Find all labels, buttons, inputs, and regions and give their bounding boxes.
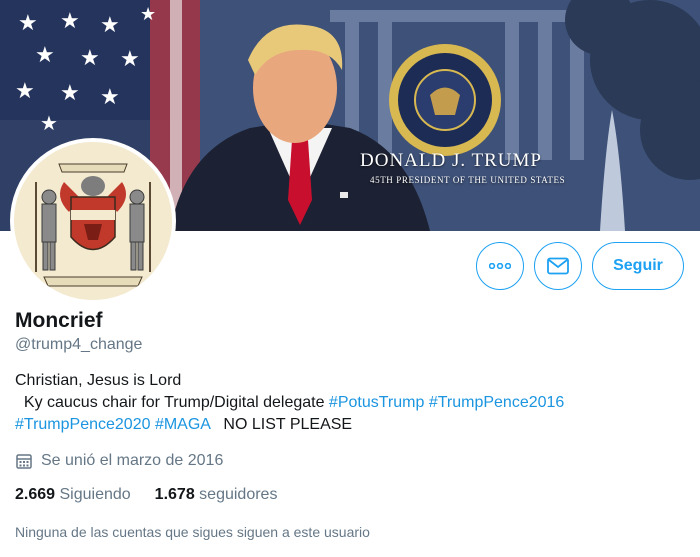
hashtag-link[interactable]: #PotusTrump [329, 394, 424, 411]
banner-caption: DONALD J. TRUMP 45TH PRESIDENT OF THE UN… [360, 150, 565, 185]
svg-text:★: ★ [60, 80, 80, 105]
join-date-text: Se unió el marzo de 2016 [41, 452, 224, 469]
svg-text:★: ★ [80, 45, 100, 70]
more-dots-icon [489, 263, 511, 269]
bio-text: Ky caucus chair for Trump/Digital delega… [15, 394, 329, 411]
svg-text:★: ★ [40, 113, 58, 135]
follow-button[interactable]: Seguir [592, 242, 684, 290]
bio-line-2: Ky caucus chair for Trump/Digital delega… [15, 392, 685, 414]
bio-line-1: Christian, Jesus is Lord [15, 372, 182, 389]
svg-text:★: ★ [15, 78, 35, 103]
svg-text:★: ★ [35, 42, 55, 67]
svg-text:★: ★ [140, 4, 156, 24]
known-followers-note: Ninguna de las cuentas que sigues siguen… [15, 524, 370, 540]
coat-of-arms-icon [14, 142, 172, 300]
user-handle[interactable]: @trump4_change [15, 334, 685, 356]
message-button[interactable] [534, 242, 582, 290]
profile-info: Moncrief @trump4_change Christian, Jesus… [15, 308, 685, 542]
followers-label: seguidores [199, 486, 278, 503]
profile-actions: Seguir [476, 242, 684, 290]
join-date: Se unió el marzo de 2016 [15, 450, 685, 472]
svg-text:★: ★ [100, 84, 120, 109]
hashtag-link[interactable]: #MAGA [155, 416, 210, 433]
hashtag-link[interactable]: #TrumpPence2020 [15, 416, 151, 433]
more-options-button[interactable] [476, 242, 524, 290]
svg-text:★: ★ [120, 46, 140, 71]
calendar-icon [16, 454, 32, 469]
avatar[interactable] [10, 138, 176, 304]
following-label: Siguiendo [59, 486, 131, 503]
svg-text:★: ★ [60, 8, 80, 33]
banner-caption-subtitle: 45TH PRESIDENT OF THE UNITED STATES [370, 175, 566, 185]
avatar-image [14, 142, 172, 300]
followers-count: 1.678 [154, 486, 195, 503]
hashtag-link[interactable]: #TrumpPence2016 [429, 394, 565, 411]
svg-text:★: ★ [100, 12, 120, 37]
svg-text:★: ★ [18, 10, 38, 35]
display-name[interactable]: Moncrief [15, 308, 685, 334]
profile-stats: 2.669 Siguiendo 1.678 seguidores [15, 484, 685, 506]
profile-bio: Christian, Jesus is Lord Ky caucus chair… [15, 370, 685, 436]
bio-line-3: #TrumpPence2020 #MAGA NO LIST PLEASE [15, 414, 685, 436]
envelope-icon [547, 257, 569, 275]
followers-stat[interactable]: 1.678 seguidores [155, 484, 278, 506]
following-count: 2.669 [15, 486, 56, 503]
banner-caption-name: DONALD J. TRUMP [360, 150, 542, 171]
following-stat[interactable]: 2.669 Siguiendo [15, 484, 131, 506]
bio-trailing-text: NO LIST PLEASE [210, 416, 353, 433]
